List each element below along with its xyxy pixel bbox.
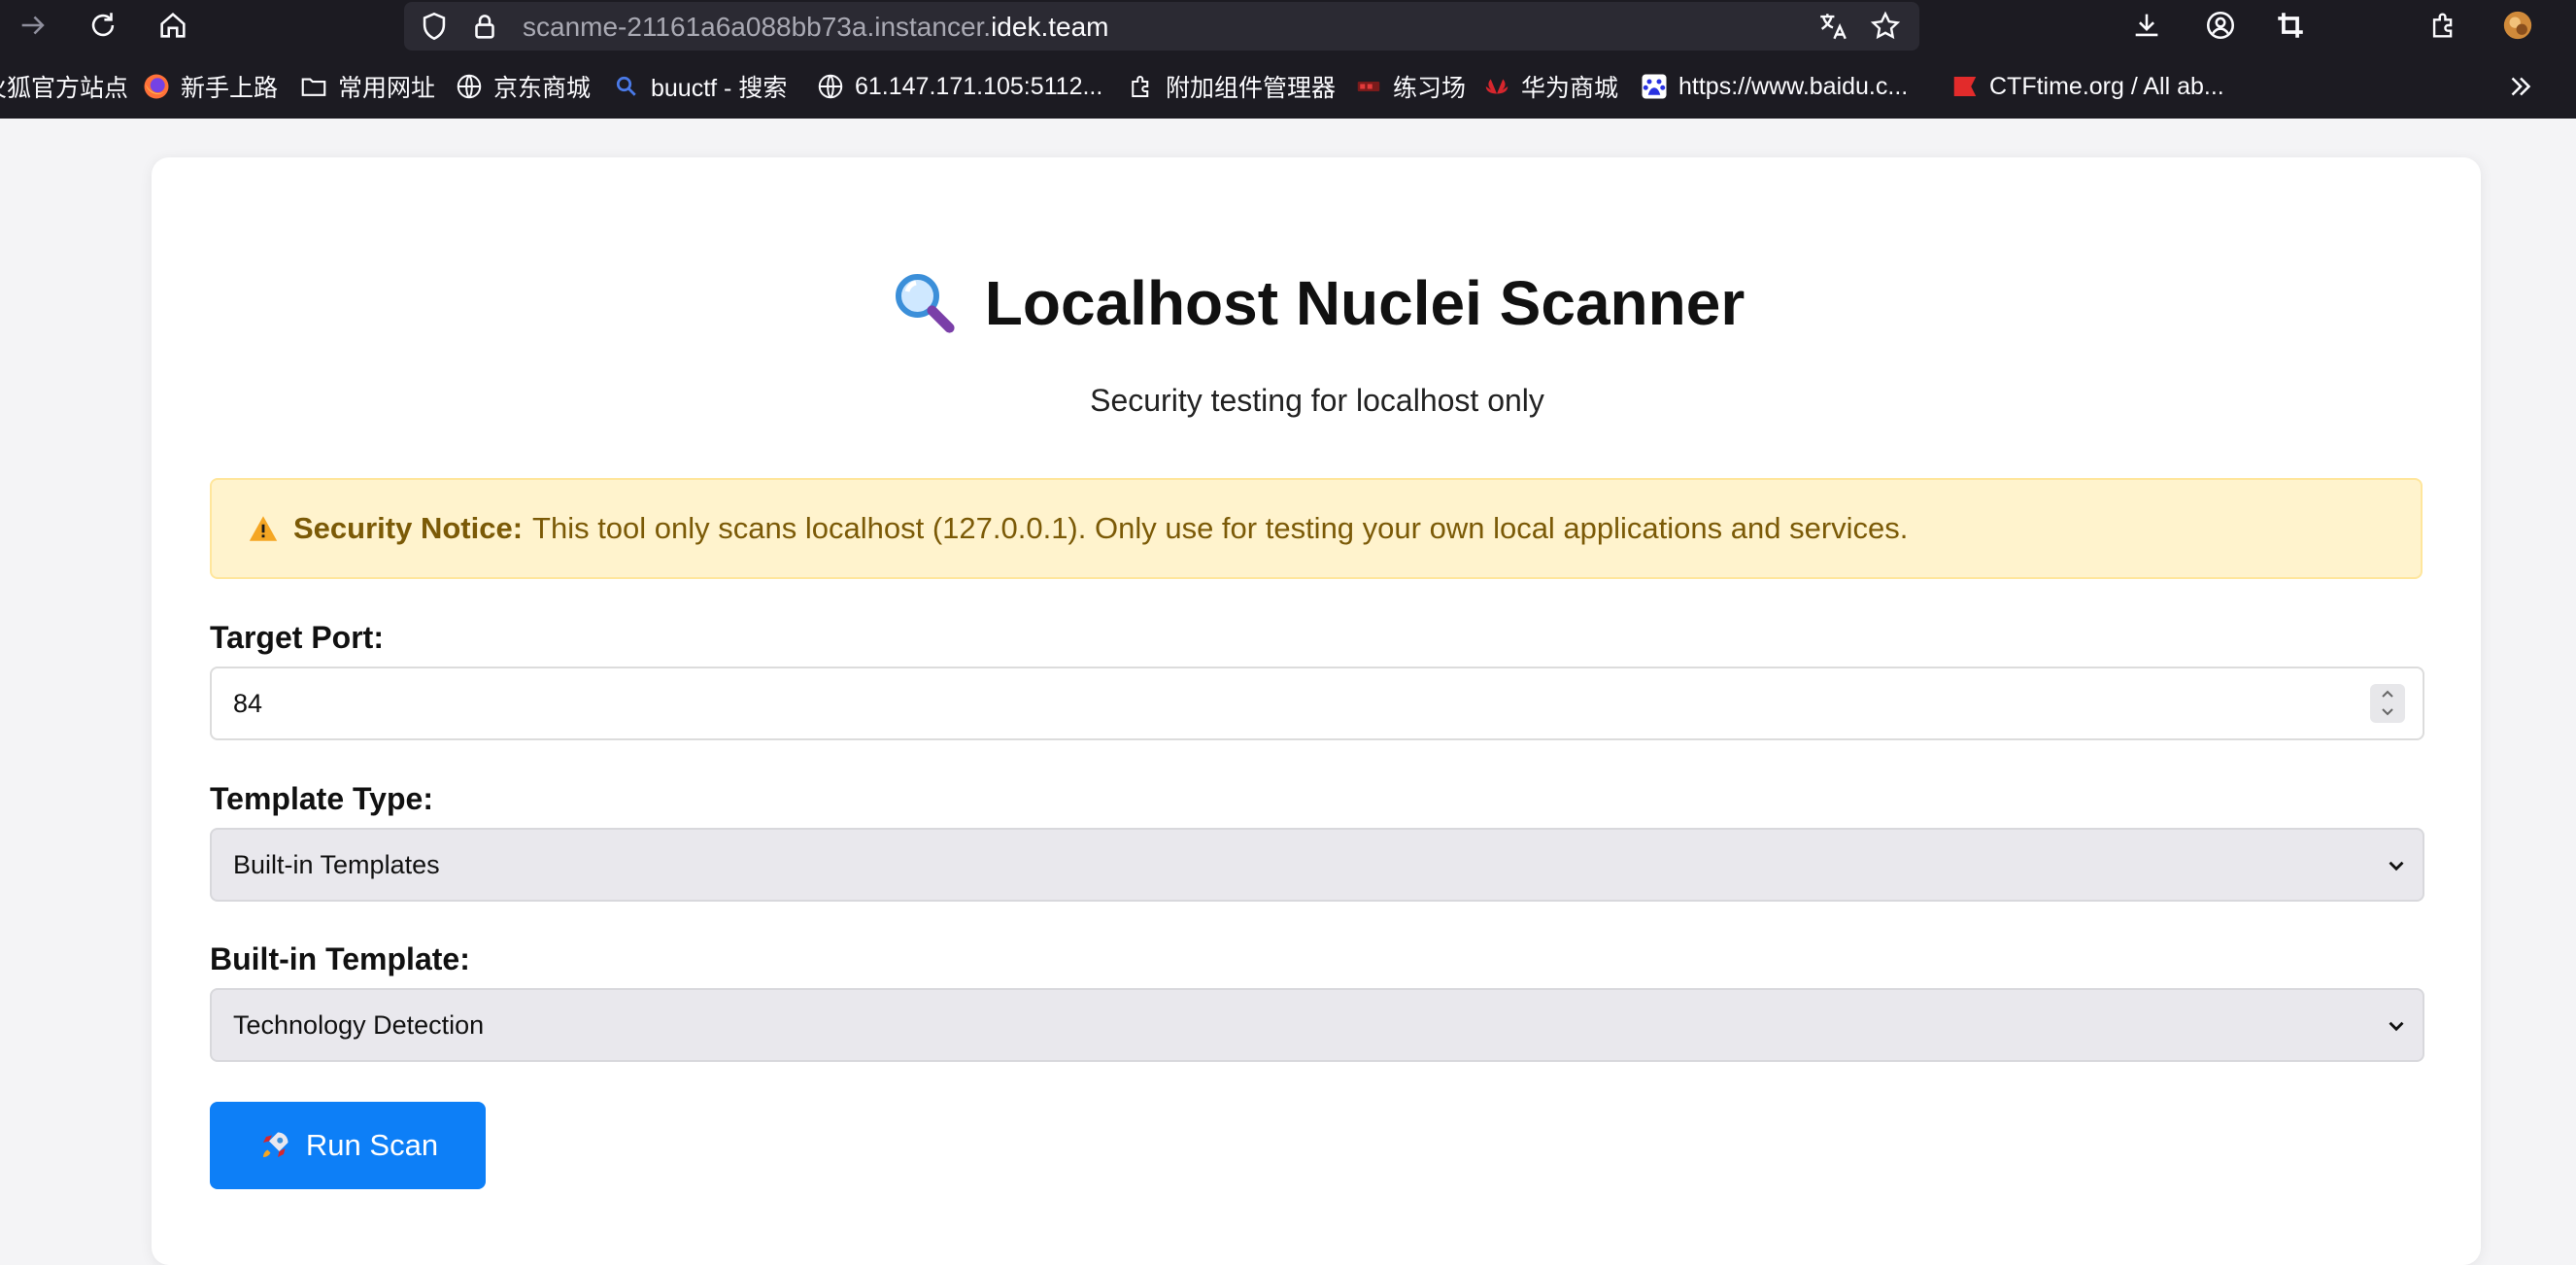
downloads-button[interactable] — [2125, 4, 2168, 47]
chevron-up-icon[interactable] — [2379, 687, 2396, 701]
arrow-right-icon — [21, 16, 45, 35]
bookmark-item[interactable]: 京东商城 — [455, 70, 591, 103]
site-icon — [1357, 82, 1380, 91]
bookmark-label: 61.147.171.105:5112... — [855, 72, 1103, 100]
bookmark-item[interactable]: 火狐官方站点 — [0, 70, 128, 103]
more-bookmarks-icon[interactable] — [2504, 70, 2537, 103]
firefox-icon — [144, 74, 169, 99]
bookmark-star-icon[interactable] — [1869, 10, 1902, 43]
ctftime-icon — [1953, 77, 1977, 96]
run-scan-label: Run Scan — [305, 1128, 439, 1162]
bookmark-item[interactable]: 新手上路 — [142, 70, 278, 103]
reload-button[interactable] — [82, 4, 124, 47]
account-icon — [2206, 11, 2235, 40]
bookmark-item[interactable]: 常用网址 — [299, 70, 435, 103]
chevron-down-icon[interactable] — [2379, 705, 2396, 719]
security-notice: Security Notice: This tool only scans lo… — [210, 478, 2423, 579]
bookmark-item[interactable]: 附加组件管理器 — [1127, 70, 1336, 103]
translate-icon[interactable] — [1816, 10, 1849, 43]
page-title: Localhost Nuclei Scanner — [0, 264, 2576, 342]
bookmark-label: 京东商城 — [493, 75, 592, 102]
url-host-prefix: scanme-21161a6a088bb73a.instancer. — [523, 12, 992, 42]
chevron-down-icon — [2389, 861, 2404, 872]
bookmark-item[interactable]: 华为商城 — [1482, 70, 1618, 103]
bookmark-label: buuctf - 搜索 — [651, 75, 788, 102]
forward-button[interactable] — [12, 4, 54, 47]
bookmark-item[interactable]: https://www.baidu.c... — [1640, 70, 1908, 103]
globe-icon — [818, 74, 843, 99]
home-icon — [160, 12, 186, 38]
run-scan-button[interactable]: Run Scan — [210, 1102, 486, 1189]
baidu-icon — [1642, 74, 1667, 99]
huawei-icon — [1485, 79, 1508, 94]
bookmarks-bar: 火狐官方站点 新手上路 常用网址 京东商城 buuctf - 搜索 61.147… — [0, 51, 2576, 119]
builtin-template-label: Built-in Template: — [210, 941, 470, 976]
target-port-label: Target Port: — [210, 620, 384, 655]
avatar-icon — [2503, 11, 2532, 40]
bookmark-label: 新手上路 — [181, 75, 279, 102]
crop-icon — [2278, 13, 2303, 38]
builtin-template-value: Technology Detection — [233, 1009, 485, 1040]
search-icon — [616, 76, 636, 96]
rocket-icon — [262, 1132, 288, 1157]
shield-icon[interactable] — [418, 10, 451, 43]
target-port-value: 84 — [233, 688, 263, 718]
puzzle-icon — [1132, 76, 1149, 97]
template-type-label: Template Type: — [210, 781, 433, 816]
bookmark-item[interactable]: 61.147.171.105:5112... — [816, 70, 1102, 103]
bookmark-item[interactable]: CTFtime.org / All ab... — [1950, 70, 2224, 103]
browser-toolbar: scanme-21161a6a088bb73a.instancer.idek.t… — [0, 0, 2576, 51]
warning-icon — [249, 516, 278, 541]
notice-text: This tool only scans localhost (127.0.0.… — [532, 511, 1909, 545]
bookmark-label: 常用网址 — [338, 75, 436, 102]
notice-heading: Security Notice: — [293, 511, 524, 545]
bookmark-label: 附加组件管理器 — [1166, 75, 1337, 102]
url-domain: idek.team — [991, 12, 1109, 42]
url-text[interactable]: scanme-21161a6a088bb73a.instancer.idek.t… — [523, 11, 1108, 44]
folder-icon — [301, 78, 326, 96]
profile-avatar[interactable] — [2496, 4, 2539, 47]
bookmark-label: https://www.baidu.c... — [1678, 72, 1909, 100]
lock-icon[interactable] — [468, 10, 501, 43]
download-icon — [2135, 14, 2158, 37]
globe-icon — [457, 74, 482, 99]
template-type-select[interactable]: Built-in Templates — [210, 828, 2424, 902]
port-stepper[interactable] — [2370, 684, 2405, 723]
home-button[interactable] — [152, 4, 194, 47]
template-type-value: Built-in Templates — [233, 849, 440, 879]
builtin-template-select[interactable]: Technology Detection — [210, 988, 2424, 1062]
page-subtitle: Security testing for localhost only — [1090, 383, 1544, 418]
bookmark-item[interactable]: buuctf - 搜索 — [612, 70, 787, 103]
url-bar[interactable]: scanme-21161a6a088bb73a.instancer.idek.t… — [404, 2, 1919, 51]
page-title-text: Localhost Nuclei Scanner — [984, 268, 1746, 338]
bookmark-label: 练习场 — [1393, 75, 1467, 102]
magnifying-glass-icon — [895, 274, 955, 333]
target-port-input[interactable]: 84 — [210, 667, 2424, 740]
bookmark-item[interactable]: 练习场 — [1354, 70, 1466, 103]
reload-icon — [91, 13, 115, 37]
bookmark-label: 火狐官方站点 — [0, 75, 129, 102]
chevron-down-icon — [2389, 1021, 2404, 1032]
puzzle-icon — [2432, 13, 2453, 38]
account-button[interactable] — [2199, 4, 2242, 47]
bookmark-label: 华为商城 — [1521, 75, 1619, 102]
extensions-button[interactable] — [2423, 4, 2465, 47]
bookmark-label: CTFtime.org / All ab... — [1989, 72, 2224, 100]
screenshot-button[interactable] — [2269, 4, 2312, 47]
